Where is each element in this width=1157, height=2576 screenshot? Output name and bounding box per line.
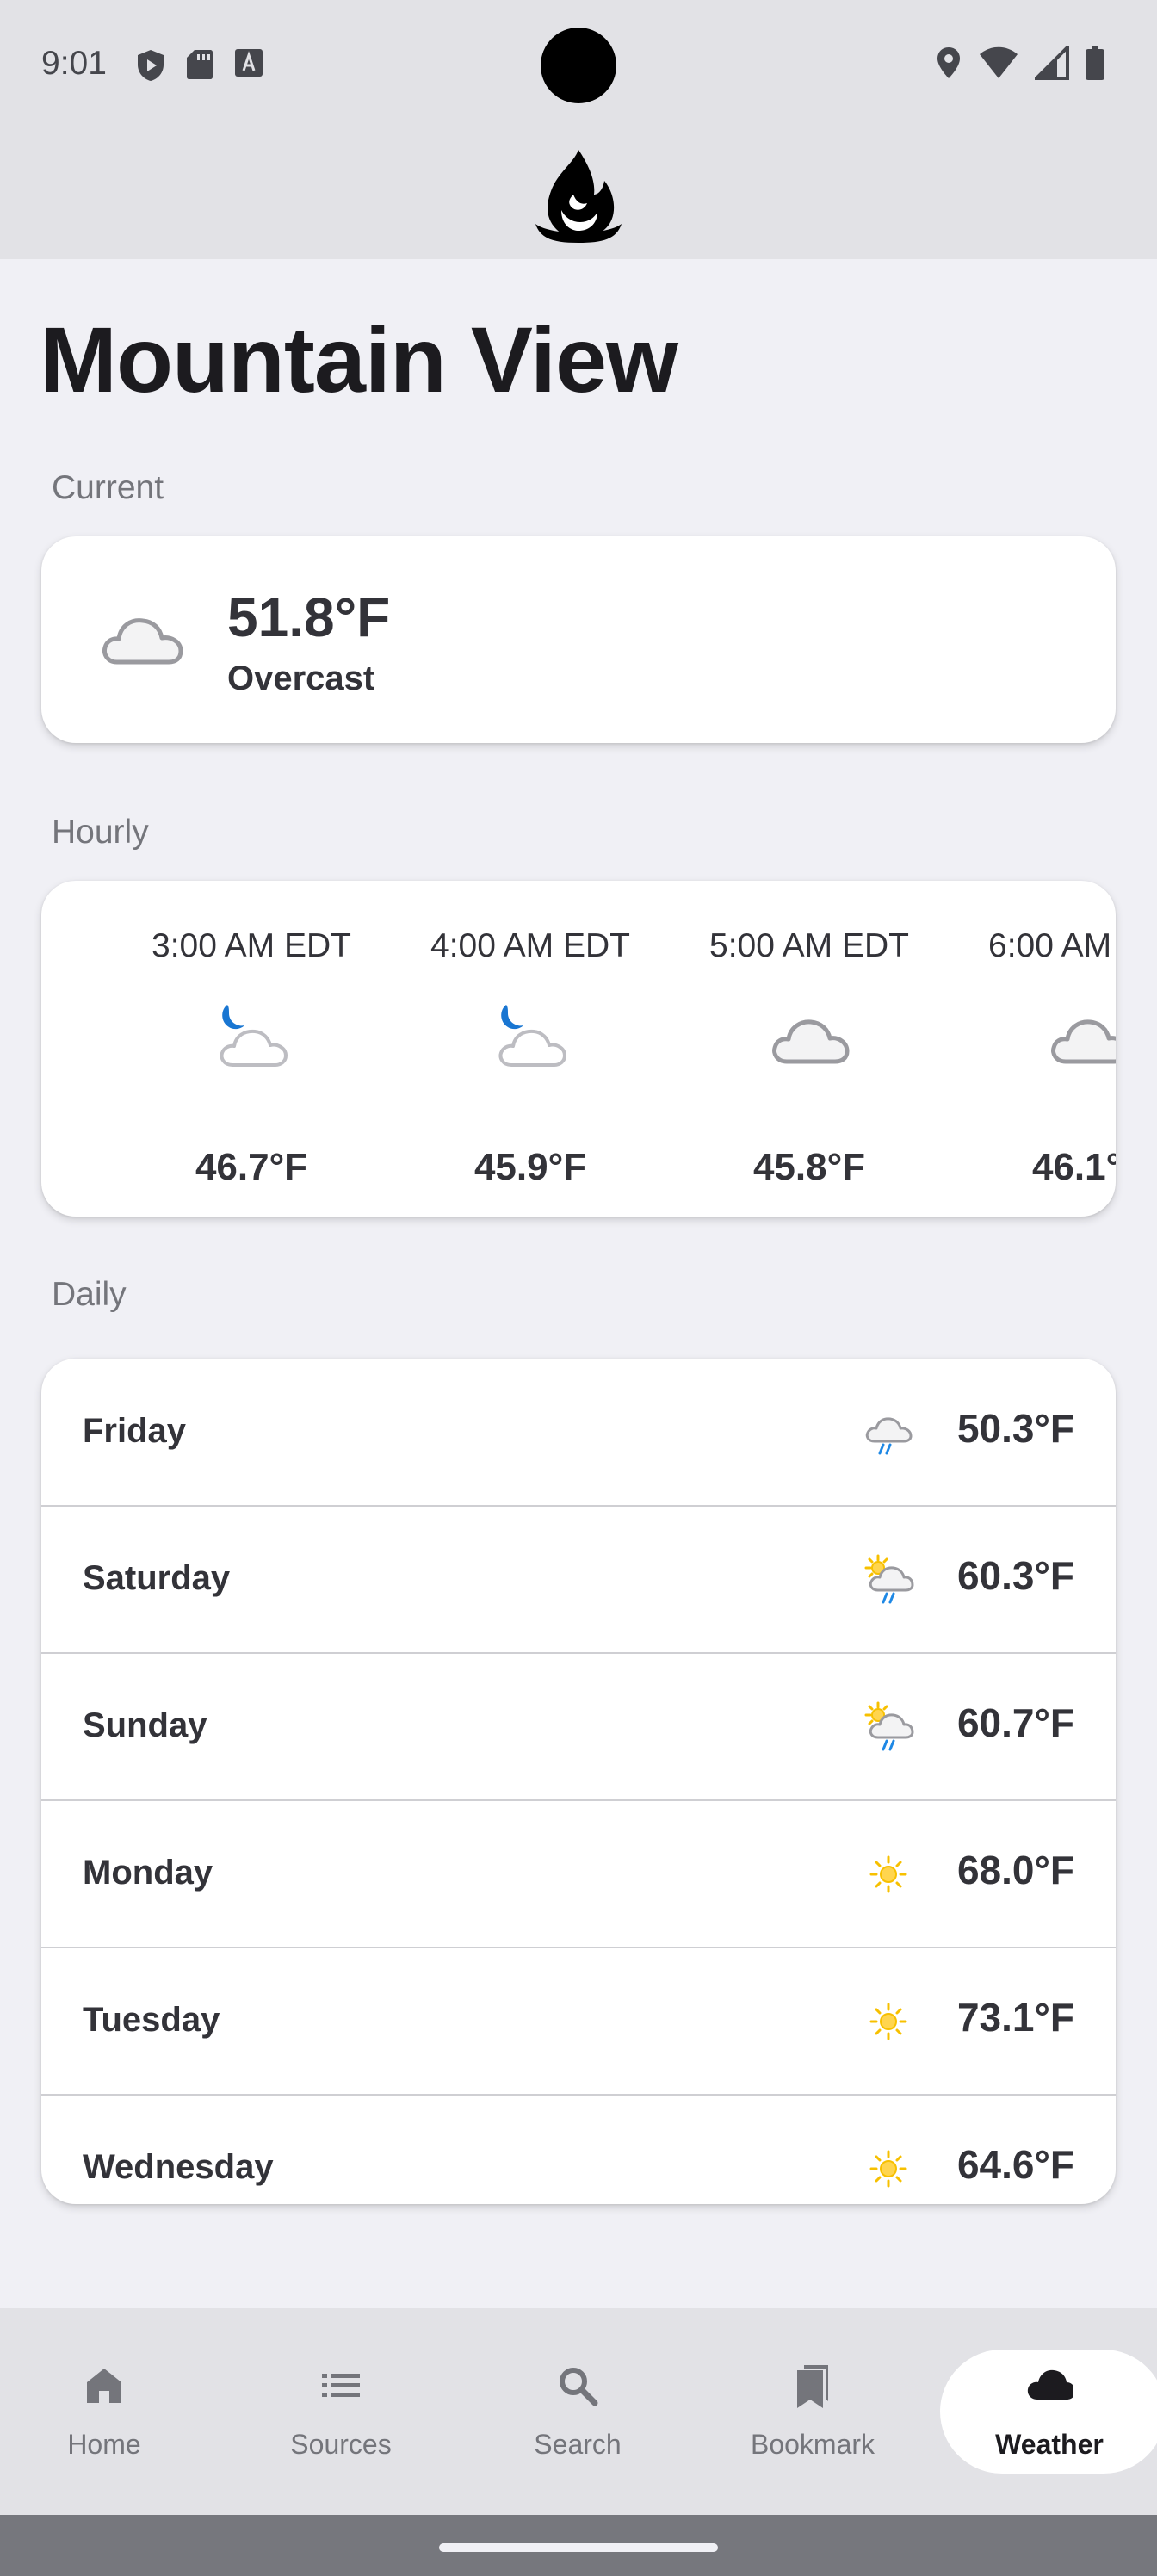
list-icon — [322, 2374, 360, 2397]
current-weather-card[interactable] — [41, 536, 1116, 743]
hourly-temperature: 46.1°F — [1031, 1146, 1116, 1188]
sd-card-icon — [187, 50, 213, 79]
daily-row[interactable]: Saturday 60.3°F — [41, 1506, 1116, 1654]
search-icon — [560, 2368, 598, 2406]
cloud-icon — [1051, 1019, 1116, 1064]
nav-label: Home — [67, 2429, 141, 2460]
sun-icon — [869, 2150, 907, 2188]
daily-temperature: 64.6°F — [956, 2142, 1074, 2187]
current-section-label: Current — [52, 469, 164, 506]
cloud-icon — [772, 1019, 850, 1064]
location-title: Mountain View — [40, 307, 678, 412]
daily-day: Monday — [83, 1854, 213, 1892]
hourly-time: 4:00 AM EDT — [430, 927, 630, 964]
bottom-navigation: Home Sources Search Bookmark Weather — [0, 2308, 1157, 2515]
font-a-icon — [235, 49, 263, 77]
hourly-item: 4:00 AM EDT 45.9°F — [391, 881, 670, 1217]
bookmark-icon — [797, 2365, 828, 2408]
hourly-item: 3:00 AM EDT 46.7°F — [112, 881, 391, 1217]
nav-label: Search — [534, 2429, 622, 2460]
nav-home[interactable]: Home — [0, 2308, 220, 2515]
hourly-section-label: Hourly — [52, 814, 149, 851]
hourly-time: 6:00 AM EDT — [988, 927, 1116, 964]
daily-day: Sunday — [83, 1706, 207, 1744]
hourly-temperature: 45.8°F — [752, 1146, 866, 1188]
status-time: 9:01 — [41, 45, 107, 82]
status-right-icons — [935, 45, 1105, 81]
daily-row[interactable]: Sunday 60.7°F — [41, 1653, 1116, 1801]
current-condition: Overcast — [227, 659, 375, 697]
daily-temperature: 73.1°F — [956, 1995, 1074, 2040]
daily-row[interactable]: Friday 50.3°F — [41, 1359, 1116, 1507]
sun-icon — [869, 1855, 907, 1893]
home-icon — [87, 2369, 121, 2403]
daily-row[interactable]: Wednesday 64.6°F — [41, 2095, 1116, 2204]
nav-search[interactable]: Search — [461, 2308, 694, 2515]
location-icon — [937, 47, 960, 78]
daily-row[interactable]: Monday 68.0°F — [41, 1800, 1116, 1948]
sun-icon — [869, 2003, 907, 2040]
hourly-temperature: 45.9°F — [473, 1146, 587, 1188]
hourly-forecast-card[interactable]: 3:00 AM EDT 46.7°F 4:00 AM EDT 45.9°F 5:… — [41, 881, 1116, 1217]
current-temperature: 51.8°F — [227, 586, 391, 648]
hourly-item: 5:00 AM EDT 45.8°F — [670, 881, 949, 1217]
nav-bookmark[interactable]: Bookmark — [696, 2308, 929, 2515]
nav-label: Sources — [290, 2429, 392, 2460]
hourly-time: 3:00 AM EDT — [152, 927, 351, 964]
nav-label: Bookmark — [750, 2429, 875, 2460]
cloud-rain-icon — [865, 1417, 913, 1455]
battery-icon — [1086, 46, 1104, 80]
gesture-handle[interactable] — [439, 2543, 718, 2552]
daily-day: Tuesday — [83, 2001, 220, 2039]
nav-weather[interactable]: Weather — [933, 2308, 1157, 2515]
top-app-bar: 9:01 — [0, 0, 1157, 259]
status-left-icons — [136, 48, 263, 83]
hourly-time: 5:00 AM EDT — [709, 927, 909, 964]
weather-cloud-icon — [1027, 2369, 1073, 2400]
daily-day: Wednesday — [83, 2148, 274, 2186]
daily-day: Saturday — [83, 1559, 231, 1597]
daily-row[interactable]: Tuesday 73.1°F — [41, 1947, 1116, 2096]
camera-cutout — [541, 28, 616, 103]
cloud-icon — [102, 618, 183, 665]
sun-cloud-rain-icon — [864, 1701, 914, 1751]
nav-sources[interactable]: Sources — [225, 2308, 457, 2515]
daily-temperature: 60.3°F — [956, 1553, 1074, 1598]
wifi-icon — [980, 46, 1018, 78]
sun-cloud-rain-icon — [864, 1554, 914, 1604]
moon-cloud-icon — [498, 1005, 566, 1067]
signal-icon — [1035, 46, 1069, 80]
daily-temperature: 50.3°F — [956, 1406, 1074, 1451]
daily-day: Friday — [83, 1412, 187, 1450]
hourly-temperature: 46.7°F — [195, 1146, 308, 1188]
daily-forecast-card[interactable]: Friday 50.3°F Saturday 60.3°F Sunday 60.… — [41, 1359, 1116, 2204]
daily-section-label: Daily — [52, 1276, 127, 1313]
shield-icon — [138, 50, 164, 81]
daily-temperature: 68.0°F — [956, 1848, 1074, 1892]
flame-logo-icon — [535, 150, 622, 243]
moon-cloud-icon — [220, 1005, 288, 1067]
hourly-item: 6:00 AM EDT 46.1°F — [949, 881, 1116, 1217]
daily-temperature: 60.7°F — [956, 1700, 1074, 1745]
nav-label: Weather — [995, 2429, 1104, 2460]
